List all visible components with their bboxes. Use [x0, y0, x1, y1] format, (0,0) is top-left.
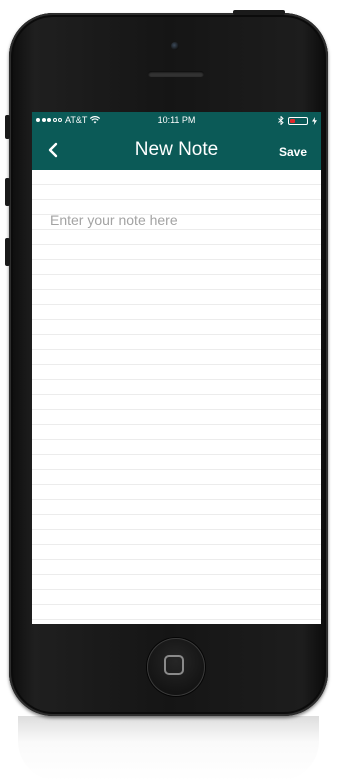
save-button[interactable]: Save — [279, 145, 307, 159]
phone-reflection — [18, 716, 319, 781]
note-editor — [32, 170, 321, 624]
bluetooth-icon — [278, 116, 284, 125]
front-camera — [171, 42, 179, 50]
volume-down-button — [5, 238, 10, 266]
earpiece-speaker — [148, 71, 204, 77]
note-text-field[interactable] — [42, 208, 321, 232]
battery-icon — [288, 116, 308, 125]
charging-icon — [312, 116, 317, 125]
volume-up-button — [5, 178, 10, 206]
mute-switch — [5, 115, 10, 139]
home-square-icon — [164, 655, 184, 675]
page-title: New Note — [134, 139, 219, 160]
home-button[interactable] — [147, 638, 205, 696]
phone-screen: AT&T 10:11 PM New Note Save Enter your n… — [32, 112, 321, 624]
status-right — [278, 116, 317, 125]
status-bar: AT&T 10:11 PM — [32, 112, 321, 130]
power-button — [233, 10, 285, 15]
navigation-bar: New Note Save — [32, 130, 321, 170]
